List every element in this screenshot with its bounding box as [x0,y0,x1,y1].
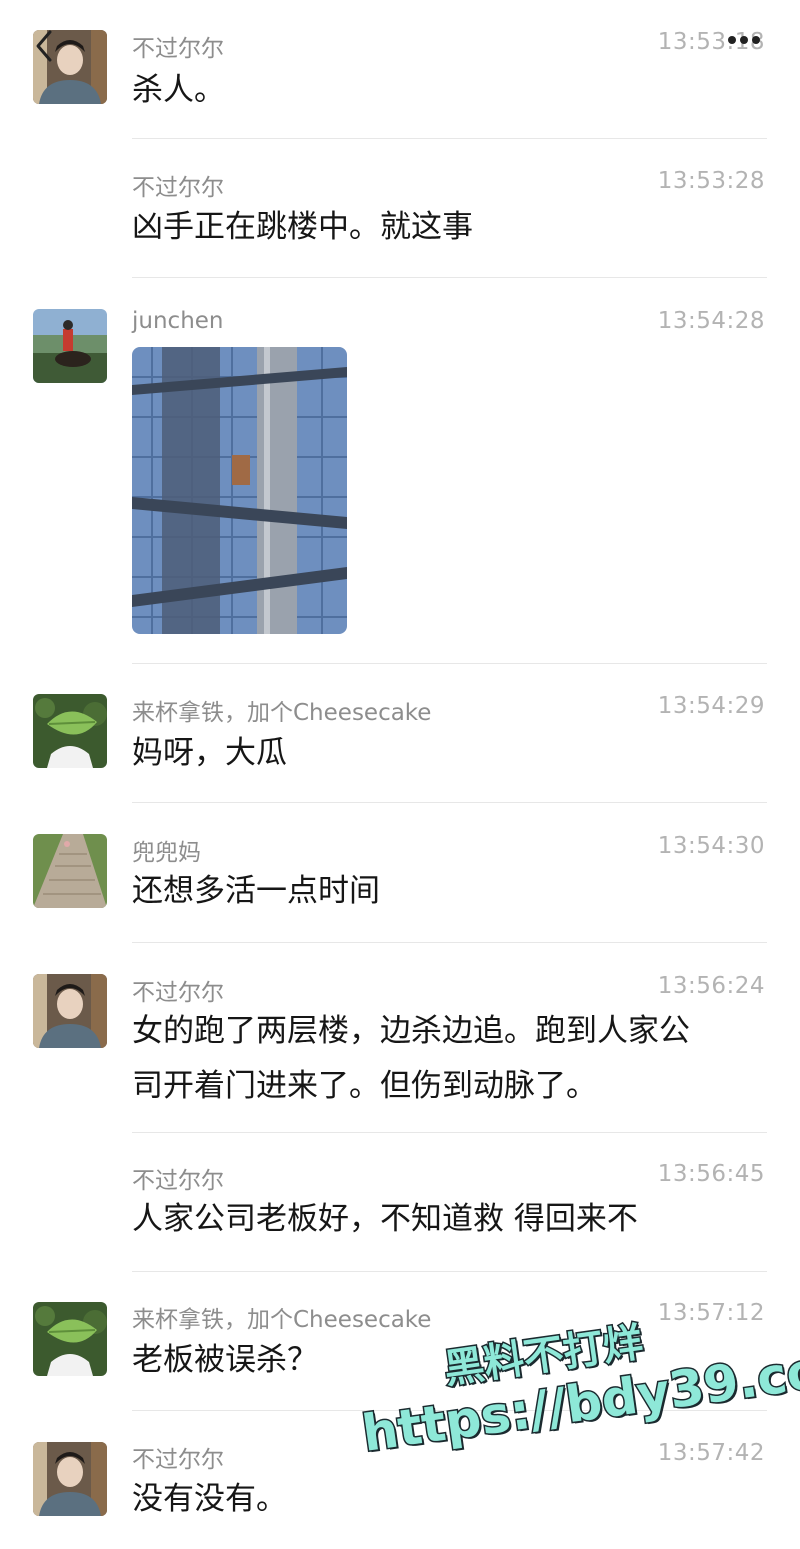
avatar[interactable] [33,1302,107,1376]
message-time: 13:56:45 [657,1161,765,1187]
image-message[interactable] [132,347,347,634]
message-time: 13:54:30 [657,833,765,859]
divider [132,138,767,139]
sender-name: junchen [132,308,224,334]
message-text[interactable]: 还想多活一点时间 [132,864,752,919]
sender-name: 来杯拿铁，加个Cheesecake [132,700,432,726]
message-time: 13:53:28 [657,168,765,194]
sender-name: 不过尔尔 [132,36,224,62]
sender-name: 不过尔尔 [132,1168,224,1194]
sender-name: 不过尔尔 [132,175,224,201]
message-time: 13:57:12 [657,1300,765,1326]
avatar[interactable] [33,834,107,908]
divider [132,942,767,943]
sender-name: 来杯拿铁，加个Cheesecake [132,1307,432,1333]
avatar[interactable] [33,694,107,768]
sender-name: 不过尔尔 [132,1447,224,1473]
message-time: 13:54:29 [657,693,765,719]
message-text[interactable]: 没有没有。 [132,1472,752,1527]
more-options-icon[interactable] [724,30,764,50]
avatar[interactable] [33,974,107,1048]
message-text[interactable]: 妈呀，大瓜 [132,726,752,781]
avatar[interactable] [33,309,107,383]
divider [132,663,767,664]
message-text-line: 女的跑了两层楼，边杀边追。跑到人家公 [132,1013,690,1049]
message-text[interactable]: 杀人。 [132,63,752,118]
message-time: 13:56:24 [657,973,765,999]
avatar[interactable] [33,1442,107,1516]
divider [132,1410,767,1411]
divider [132,1271,767,1272]
message-time: 13:57:42 [657,1440,765,1466]
divider [132,1132,767,1133]
message-text[interactable]: 老板被误杀？ [132,1333,752,1388]
sender-name: 不过尔尔 [132,980,224,1006]
back-icon[interactable] [32,26,66,66]
sender-name: 兜兜妈 [132,840,201,866]
divider [132,277,767,278]
message-text-line: 司开着门进来了。但伤到动脉了。 [132,1068,597,1104]
message-time: 13:54:28 [657,308,765,334]
message-text[interactable]: 凶手正在跳楼中。就这事 [132,200,752,255]
message-text[interactable]: 人家公司老板好，不知道救 得回来不 [132,1192,752,1247]
message-text[interactable]: 女的跑了两层楼，边杀边追。跑到人家公 司开着门进来了。但伤到动脉了。 [132,1004,752,1114]
divider [132,802,767,803]
